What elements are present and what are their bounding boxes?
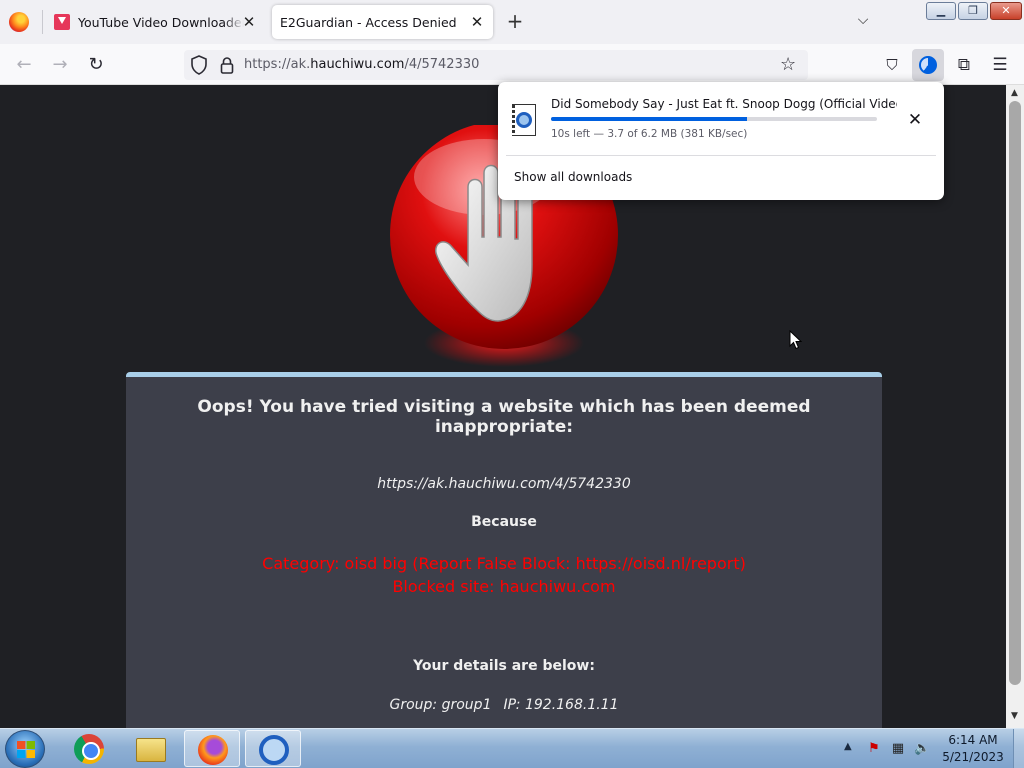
- chrome-icon: [74, 734, 104, 764]
- explorer-icon: [136, 738, 166, 762]
- volume-muted-icon[interactable]: 🔈: [914, 741, 930, 757]
- quicktime-icon: [259, 735, 289, 765]
- list-all-tabs-icon[interactable]: ⌵: [852, 12, 874, 32]
- bookmark-star-icon[interactable]: ☆: [780, 54, 796, 75]
- firefox-icon: [198, 735, 228, 765]
- download-progress-icon: [919, 56, 937, 74]
- lock-icon[interactable]: [220, 56, 234, 74]
- downloads-panel: Did Somebody Say - Just Eat ft. Snoop Do…: [498, 82, 944, 200]
- action-center-flag-icon[interactable]: ⚑: [866, 741, 882, 757]
- cancel-download-icon[interactable]: ✕: [904, 109, 926, 131]
- quicktime-icon: [516, 112, 532, 128]
- restore-button[interactable]: ❐: [958, 2, 988, 20]
- download-favicon-icon: [54, 14, 70, 30]
- tab-title: E2Guardian - Access Denied: [280, 14, 457, 30]
- block-category: Category: oisd big (Report False Block: …: [262, 554, 746, 573]
- start-button[interactable]: [5, 730, 45, 768]
- navigation-toolbar: ← → ↻ https://ak.hauchiwu.com/4/5742330 …: [0, 44, 1024, 85]
- blocked-message-card: Oops! You have tried visiting a website …: [126, 372, 882, 728]
- details-heading: Your details are below:: [413, 658, 595, 674]
- show-hidden-icons-button[interactable]: ▲: [844, 741, 852, 752]
- downloads-button[interactable]: [912, 49, 944, 81]
- ip-value: IP: 192.168.1.11: [503, 697, 619, 713]
- url-prefix: https://ak.: [244, 57, 311, 72]
- mouse-cursor-icon: [789, 330, 803, 350]
- download-progress-bar: [551, 117, 877, 121]
- forward-arrow-icon[interactable]: →: [48, 53, 72, 77]
- close-tab-icon[interactable]: ✕: [241, 14, 257, 30]
- scroll-thumb[interactable]: [1009, 101, 1021, 685]
- tab-youtube-downloader[interactable]: YouTube Video Downloader - Sa ✕: [43, 5, 265, 39]
- minimize-button[interactable]: ▁: [926, 2, 956, 20]
- taskbar-explorer[interactable]: [122, 730, 178, 767]
- details-line: Group: group1 IP: 192.168.1.11: [126, 697, 882, 713]
- panel-divider: [506, 155, 936, 156]
- show-desktop-button[interactable]: [1013, 729, 1024, 768]
- taskbar-chrome[interactable]: [61, 730, 117, 767]
- show-all-downloads-button[interactable]: Show all downloads: [514, 170, 632, 184]
- url-bar[interactable]: https://ak.hauchiwu.com/4/5742330 ☆: [184, 50, 808, 80]
- tab-e2guardian[interactable]: E2Guardian - Access Denied ✕: [272, 5, 493, 39]
- scroll-down-icon[interactable]: ▼: [1011, 711, 1018, 721]
- download-title[interactable]: Did Somebody Say - Just Eat ft. Snoop Do…: [551, 97, 897, 111]
- page-scrollbar[interactable]: ▲ ▼: [1006, 85, 1024, 728]
- blocked-site: Blocked site: hauchiwu.com: [392, 577, 616, 596]
- close-tab-icon[interactable]: ✕: [469, 14, 485, 30]
- tab-bar: YouTube Video Downloader - Sa ✕ E2Guardi…: [0, 0, 1024, 44]
- url-text[interactable]: https://ak.hauchiwu.com/4/5742330: [244, 57, 479, 72]
- taskbar-firefox[interactable]: [184, 730, 240, 767]
- extensions-icon[interactable]: ⧉: [952, 53, 976, 77]
- download-status: 10s left — 3.7 of 6.2 MB (381 KB/sec): [551, 128, 748, 140]
- blocked-url: https://ak.hauchiwu.com/4/5742330: [377, 476, 631, 492]
- film-strip-icon: [512, 105, 515, 135]
- url-host: hauchiwu.com: [310, 57, 405, 72]
- new-tab-button[interactable]: +: [503, 10, 527, 34]
- windows-logo-icon: [17, 741, 35, 758]
- tab-title: YouTube Video Downloader - Sa: [78, 14, 244, 30]
- because-label: Because: [471, 514, 537, 530]
- download-progress-fill: [551, 117, 747, 121]
- video-file-icon[interactable]: [512, 104, 536, 136]
- blocked-heading: Oops! You have tried visiting a website …: [197, 397, 811, 437]
- back-arrow-icon[interactable]: ←: [12, 53, 36, 77]
- reload-icon[interactable]: ↻: [84, 53, 108, 77]
- hamburger-menu-icon[interactable]: ☰: [988, 53, 1012, 77]
- taskbar: ▲ ⚑ ▦ 🔈 6:14 AM 5/21/2023: [0, 728, 1024, 768]
- tracking-shield-icon[interactable]: [190, 55, 208, 75]
- url-path: /4/5742330: [404, 57, 480, 72]
- clock-date[interactable]: 5/21/2023: [934, 750, 1012, 764]
- taskbar-quicktime[interactable]: [245, 730, 301, 767]
- firefox-view-icon[interactable]: [9, 12, 29, 32]
- clock-time[interactable]: 6:14 AM: [934, 733, 1012, 747]
- group-value: Group: group1: [389, 697, 492, 713]
- pocket-icon[interactable]: ⛉: [880, 53, 904, 77]
- scroll-up-icon[interactable]: ▲: [1011, 88, 1018, 98]
- network-icon[interactable]: ▦: [890, 741, 906, 757]
- close-window-button[interactable]: ✕: [990, 2, 1022, 20]
